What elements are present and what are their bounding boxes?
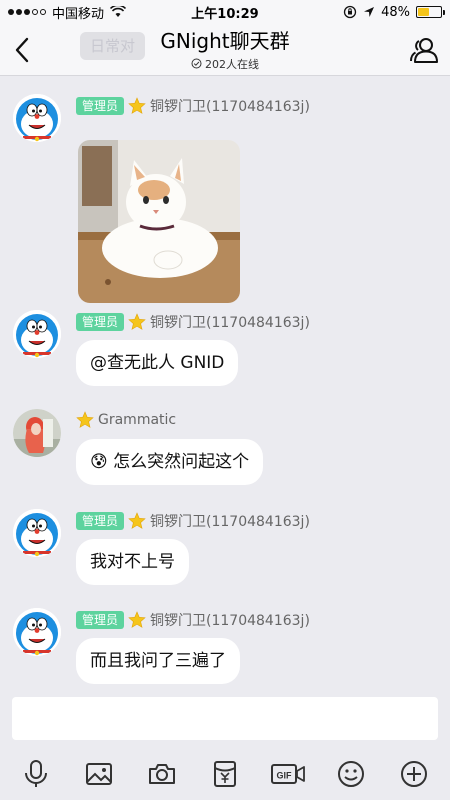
star-icon	[128, 512, 146, 529]
input-toolbar: GIF	[0, 748, 450, 800]
message-item: 管理员 铜锣门卫(1170484163j)	[0, 94, 450, 309]
image-icon	[85, 763, 112, 785]
admin-badge: 管理员	[76, 313, 125, 331]
star-icon	[128, 313, 146, 330]
admin-badge: 管理员	[76, 97, 125, 115]
message-item: 管理员 铜锣门卫(1170484163j) 而且我问了三遍了	[0, 608, 450, 688]
message-item: 管理员 铜锣门卫(1170484163j) @查无此人 GNID	[0, 310, 450, 390]
wifi-icon	[110, 6, 127, 17]
status-bar: 中国移动 上午10:29 48%	[0, 0, 450, 24]
star-icon	[128, 97, 146, 114]
message-bubble[interactable]: @查无此人 GNID	[76, 340, 239, 386]
album-button[interactable]	[79, 754, 119, 794]
microphone-icon	[24, 760, 47, 787]
carrier-label: 中国移动	[52, 6, 105, 22]
group-title: GNight聊天群	[160, 29, 290, 53]
emoji-button[interactable]	[331, 754, 371, 794]
message-bubble[interactable]: 我对不上号	[76, 539, 189, 585]
camera-icon	[148, 764, 175, 784]
online-count: 202人在线	[191, 56, 259, 72]
sender-name: 铜锣门卫(1170484163j)	[150, 514, 310, 530]
online-count-label: 202人在线	[205, 57, 259, 71]
sender-info: 管理员 铜锣门卫(1170484163j)	[76, 96, 310, 116]
battery-percent: 48%	[381, 4, 410, 20]
signal-strength-icon	[8, 9, 46, 15]
sender-name: 铜锣门卫(1170484163j)	[150, 315, 310, 331]
emoji-icon	[338, 761, 365, 787]
doraemon-avatar[interactable]	[13, 509, 61, 557]
svg-text:GIF: GIF	[277, 771, 293, 781]
message-bubble[interactable]: 而且我问了三遍了	[76, 638, 240, 684]
doraemon-avatar[interactable]	[13, 608, 61, 656]
more-button[interactable]	[394, 754, 434, 794]
voice-button[interactable]	[16, 754, 56, 794]
message-bubble[interactable]: 😰 怎么突然问起这个	[76, 439, 264, 485]
message-item: Grammatic 😰 怎么突然问起这个	[0, 409, 450, 489]
red-packet-icon	[213, 761, 236, 787]
sender-info: 管理员 铜锣门卫(1170484163j)	[76, 312, 310, 332]
user-avatar[interactable]	[13, 409, 61, 457]
camera-button[interactable]	[142, 754, 182, 794]
online-check-icon	[191, 58, 202, 69]
orientation-lock-icon	[343, 5, 357, 19]
plus-icon	[401, 761, 428, 787]
star-icon	[128, 611, 146, 628]
battery-icon	[416, 6, 445, 18]
star-icon	[76, 411, 94, 428]
message-input[interactable]	[12, 697, 438, 740]
group-members-button[interactable]	[408, 34, 440, 66]
title-block: GNight聊天群 202人在线	[0, 28, 450, 73]
doraemon-avatar[interactable]	[13, 310, 61, 358]
sender-name: Grammatic	[98, 412, 177, 428]
doraemon-avatar[interactable]	[13, 94, 61, 142]
sender-name: 铜锣门卫(1170484163j)	[150, 613, 310, 629]
message-input-bar	[0, 690, 450, 748]
sender-name: 铜锣门卫(1170484163j)	[150, 99, 310, 115]
chat-messages[interactable]: 管理员 铜锣门卫(1170484163j) 管理员 铜锣门卫(117048416…	[0, 77, 450, 690]
cat-photo[interactable]	[78, 140, 240, 303]
gif-button[interactable]: GIF	[268, 754, 308, 794]
sender-info: 管理员 铜锣门卫(1170484163j)	[76, 610, 310, 630]
admin-badge: 管理员	[76, 611, 125, 629]
sender-info: 管理员 铜锣门卫(1170484163j)	[76, 511, 310, 531]
admin-badge: 管理员	[76, 512, 125, 530]
message-item: 管理员 铜锣门卫(1170484163j) 我对不上号	[0, 509, 450, 589]
location-icon	[364, 7, 375, 17]
sender-info: Grammatic	[76, 411, 176, 429]
red-packet-button[interactable]	[205, 754, 245, 794]
chat-header: 日常对 GNight聊天群 202人在线	[0, 24, 450, 76]
group-members-icon	[410, 38, 438, 63]
gif-icon: GIF	[271, 764, 306, 784]
